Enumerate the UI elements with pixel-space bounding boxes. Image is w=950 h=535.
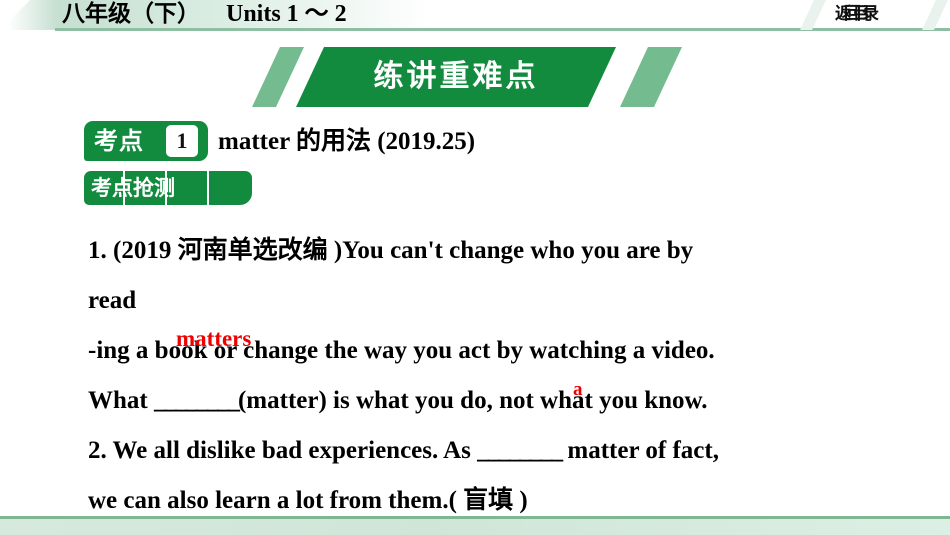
question-content: 1. (2019 河南单选改编 )You can't change who yo… — [88, 226, 938, 526]
answer-blank-2[interactable]: ________ — [477, 426, 563, 476]
answer-blank-1[interactable]: ________ — [154, 376, 240, 426]
exam-point-title: matter 的用法 (2019.25) — [218, 128, 476, 155]
question-line-1: 1. (2019 河南单选改编 )You can't change who yo… — [88, 226, 938, 276]
question-line-6-text: we can also learn a lot from them.( 盲填 ) — [88, 487, 528, 514]
banner-title: 练讲重难点 — [373, 59, 539, 94]
question-line-5-prefix: 2. We all dislike bad experiences. As — [88, 437, 478, 464]
footer-bar — [0, 519, 950, 535]
exam-point-badge: 考点 1 — [84, 121, 208, 161]
exam-point-badge-label: 考点 — [94, 127, 144, 155]
page-title-grade: 八年级（下） — [62, 1, 200, 27]
return-to-contents-button[interactable]: 返回目录 — [835, 1, 879, 28]
quiz-badge-divider — [207, 171, 209, 205]
question-line-4-suffix: (matter) is what you do, not what you kn… — [237, 387, 708, 414]
question-line-3-text: -ing a book or change the way you act by… — [88, 337, 715, 364]
banner-right-accent — [620, 47, 682, 107]
question-line-2: read — [88, 276, 938, 326]
exam-point-number: 1 — [166, 125, 198, 157]
quiz-badge-label: 考点抢测 — [91, 176, 175, 200]
page-title: 八年级（下） Units 1 ～ 2 — [62, 0, 347, 29]
page-header: 八年级（下） Units 1 ～ 2 返回目录 — [0, 0, 950, 31]
question-line-1-text: 1. (2019 河南单选改编 )You can't change who yo… — [88, 237, 694, 264]
section-banner: 练讲重难点 — [0, 47, 950, 109]
quiz-badge[interactable]: 考点抢测 — [84, 171, 252, 205]
question-line-5: 2. We all dislike bad experiences. As __… — [88, 426, 938, 476]
question-line-5-suffix: matter of fact, — [561, 437, 719, 464]
page-title-units: Units 1 ～ 2 — [226, 1, 347, 27]
question-line-4: What ________(matter) is what you do, no… — [88, 376, 938, 426]
question-line-2-text: read — [88, 287, 137, 314]
question-line-3: -ing a book or change the way you act by… — [88, 326, 938, 376]
question-line-4-prefix: What — [88, 387, 154, 414]
